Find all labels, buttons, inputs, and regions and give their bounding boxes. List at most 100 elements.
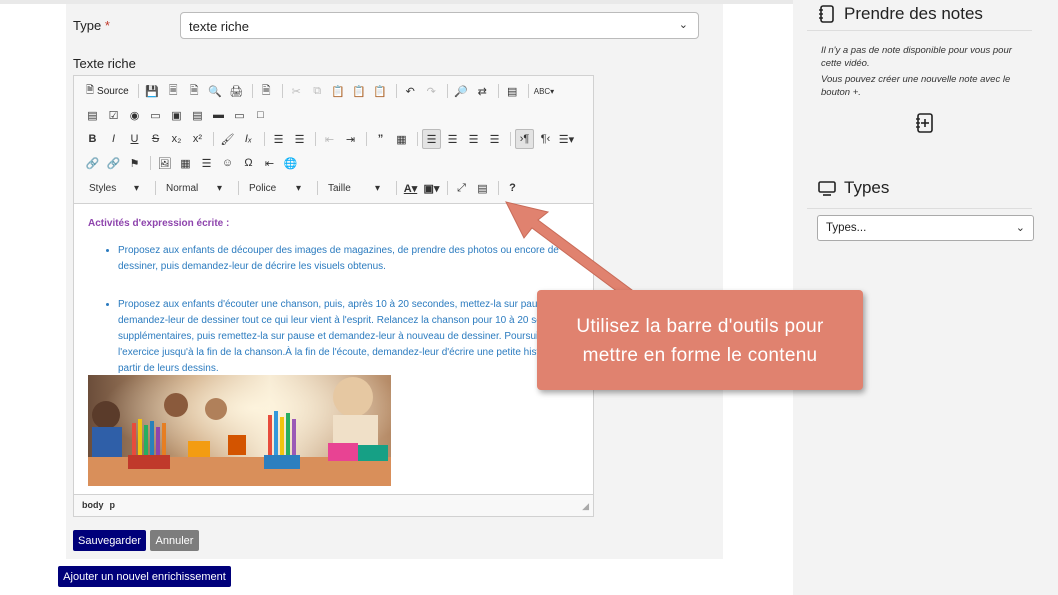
add-enrichment-button[interactable]: Ajouter un nouvel enrichissement bbox=[58, 566, 231, 587]
radio-icon[interactable]: ◉ bbox=[125, 105, 144, 125]
maximize-icon[interactable]: ⤢ bbox=[452, 178, 471, 198]
format-combo[interactable]: Normal ▾ bbox=[160, 179, 228, 197]
anchor-flag-icon[interactable]: ⚑ bbox=[125, 153, 144, 173]
superscript-icon[interactable]: x² bbox=[188, 129, 207, 149]
align-center-icon[interactable]: ☰ bbox=[443, 129, 462, 149]
format-combo-label: Normal bbox=[166, 182, 199, 194]
font-combo[interactable]: Police ▾ bbox=[243, 179, 307, 197]
toolbar-row-3: B I U S x₂ x² 🖌 Iₓ ☰ ☰ ⇤ ⇥ ” ▦ ☰ ☰ ☰ ☰ ›… bbox=[83, 129, 578, 149]
bulleted-list-icon[interactable]: ☰ bbox=[290, 129, 309, 149]
size-combo-label: Taille bbox=[328, 182, 351, 194]
div-container-icon[interactable]: ▦ bbox=[392, 129, 411, 149]
textarea-icon[interactable]: ▣ bbox=[167, 105, 186, 125]
select-field-icon[interactable]: ▤ bbox=[188, 105, 207, 125]
form-icon[interactable]: ▤ bbox=[83, 105, 102, 125]
copy-icon[interactable]: ⧉ bbox=[308, 81, 327, 101]
button-field-icon[interactable]: ▬ bbox=[209, 105, 228, 125]
types-select[interactable]: Types... ⌄ bbox=[817, 215, 1034, 241]
save-icon[interactable]: 💾 bbox=[143, 81, 162, 101]
textfield-icon[interactable]: ▭ bbox=[146, 105, 165, 125]
link-icon[interactable]: 🔗 bbox=[83, 153, 102, 173]
types-header: Types bbox=[817, 178, 889, 198]
types-select-value: Types... bbox=[826, 222, 867, 234]
type-select[interactable]: texte riche ⌄ bbox=[180, 12, 699, 39]
preview-icon[interactable]: 🔍 bbox=[206, 81, 225, 101]
text-color-icon[interactable]: A▾ bbox=[401, 178, 420, 198]
subscript-icon[interactable]: x₂ bbox=[167, 129, 186, 149]
numbered-list-icon[interactable]: ☰ bbox=[269, 129, 288, 149]
notes-title: Prendre des notes bbox=[844, 4, 983, 23]
paste-icon[interactable]: 📋 bbox=[329, 81, 348, 101]
align-right-icon[interactable]: ☰ bbox=[464, 129, 483, 149]
templates-icon[interactable]: 🗎 bbox=[257, 81, 276, 101]
toolbar-separator bbox=[315, 132, 316, 146]
spellcheck-icon[interactable]: ABC▾ bbox=[533, 81, 555, 101]
remove-format-icon[interactable]: Iₓ bbox=[239, 129, 258, 149]
justify-icon[interactable]: ☰ bbox=[485, 129, 504, 149]
print-icon[interactable]: 🖨 bbox=[227, 81, 246, 101]
ltr-icon[interactable]: ›¶ bbox=[515, 129, 534, 149]
export-pdf-icon[interactable]: 🗎 bbox=[185, 81, 204, 101]
size-combo[interactable]: Taille ▾ bbox=[322, 179, 386, 197]
language-icon[interactable]: ☰▾ bbox=[557, 129, 576, 149]
monitor-icon bbox=[818, 181, 836, 196]
notes-empty-message: Il n'y a pas de note disponible pour vou… bbox=[821, 44, 1031, 99]
cut-icon[interactable]: ✂ bbox=[287, 81, 306, 101]
caret-down-icon: ▾ bbox=[295, 182, 301, 194]
toolbar-separator bbox=[447, 181, 448, 195]
smiley-icon[interactable]: ☺ bbox=[218, 153, 237, 173]
horizontal-rule-icon[interactable]: ☰ bbox=[197, 153, 216, 173]
source-button[interactable]: 🗎 Source bbox=[83, 81, 132, 101]
find-icon[interactable]: 🔎 bbox=[452, 81, 471, 101]
toolbar-separator bbox=[396, 181, 397, 195]
iframe-globe-icon[interactable]: 🌐 bbox=[281, 153, 300, 173]
underline-icon[interactable]: U bbox=[125, 129, 144, 149]
toolbar-separator bbox=[527, 84, 529, 98]
chevron-down-icon: ⌄ bbox=[1015, 222, 1025, 234]
toolbar-row-5: Styles ▾ Normal ▾ Police ▾ Taille ▾ A▾ ▣▾ ⤢ … bbox=[83, 178, 524, 198]
copy-format-icon[interactable]: 🖌 bbox=[218, 129, 237, 149]
replace-icon[interactable]: ⇄ bbox=[473, 81, 492, 101]
font-combo-label: Police bbox=[249, 182, 277, 194]
toolbar-separator bbox=[251, 84, 253, 98]
redo-icon[interactable]: ↷ bbox=[422, 81, 441, 101]
italic-icon[interactable]: I bbox=[104, 129, 123, 149]
page-break-icon[interactable]: ⇤ bbox=[260, 153, 279, 173]
notes-header: Prendre des notes bbox=[817, 4, 983, 24]
hidden-field-icon[interactable]: □ bbox=[251, 105, 270, 125]
table-icon[interactable]: ▦ bbox=[176, 153, 195, 173]
paste-word-icon[interactable]: 📋 bbox=[371, 81, 390, 101]
select-all-icon[interactable]: ▤ bbox=[503, 81, 522, 101]
save-button[interactable]: Sauvegarder bbox=[73, 530, 146, 551]
toolbar-separator bbox=[213, 132, 214, 146]
strike-icon[interactable]: S bbox=[146, 129, 165, 149]
add-note-button[interactable] bbox=[914, 112, 936, 134]
outdent-icon[interactable]: ⇤ bbox=[320, 129, 339, 149]
toolbar-row-1: 🗎 Source 💾 🗏 🗎 🔍 🖨 🗎 ✂ ⧉ 📋 📋 📋 ↶ ↷ 🔎 ⇄ ▤… bbox=[83, 81, 557, 101]
cancel-button[interactable]: Annuler bbox=[150, 530, 199, 551]
bg-color-icon[interactable]: ▣▾ bbox=[422, 178, 441, 198]
toolbar-separator bbox=[150, 156, 151, 170]
toolbar-separator bbox=[366, 132, 367, 146]
unlink-icon[interactable]: 🔗 bbox=[104, 153, 123, 173]
undo-icon[interactable]: ↶ bbox=[401, 81, 420, 101]
new-page-icon[interactable]: 🗏 bbox=[164, 81, 183, 101]
toolbar-separator bbox=[137, 84, 139, 98]
checkbox-icon[interactable]: ☑ bbox=[104, 105, 123, 125]
indent-icon[interactable]: ⇥ bbox=[341, 129, 360, 149]
list-item: Proposez aux enfants d'écouter une chans… bbox=[118, 297, 579, 377]
paste-text-icon[interactable]: 📋 bbox=[350, 81, 369, 101]
path-p[interactable]: p bbox=[110, 500, 116, 510]
toolbar-separator bbox=[155, 181, 156, 195]
styles-combo[interactable]: Styles ▾ bbox=[83, 179, 145, 197]
path-body[interactable]: body bbox=[82, 500, 104, 510]
image-icon[interactable]: 🖼 bbox=[155, 153, 174, 173]
align-left-icon[interactable]: ☰ bbox=[422, 129, 441, 149]
image-button-icon[interactable]: ▭ bbox=[230, 105, 249, 125]
bold-icon[interactable]: B bbox=[83, 129, 102, 149]
blockquote-icon[interactable]: ” bbox=[371, 129, 390, 149]
rtl-icon[interactable]: ¶‹ bbox=[536, 129, 555, 149]
resize-grip-icon[interactable]: ◢ bbox=[582, 501, 589, 512]
special-char-icon[interactable]: Ω bbox=[239, 153, 258, 173]
toolbar-row-4: 🔗 🔗 ⚑ 🖼 ▦ ☰ ☺ Ω ⇤ 🌐 bbox=[83, 153, 302, 173]
